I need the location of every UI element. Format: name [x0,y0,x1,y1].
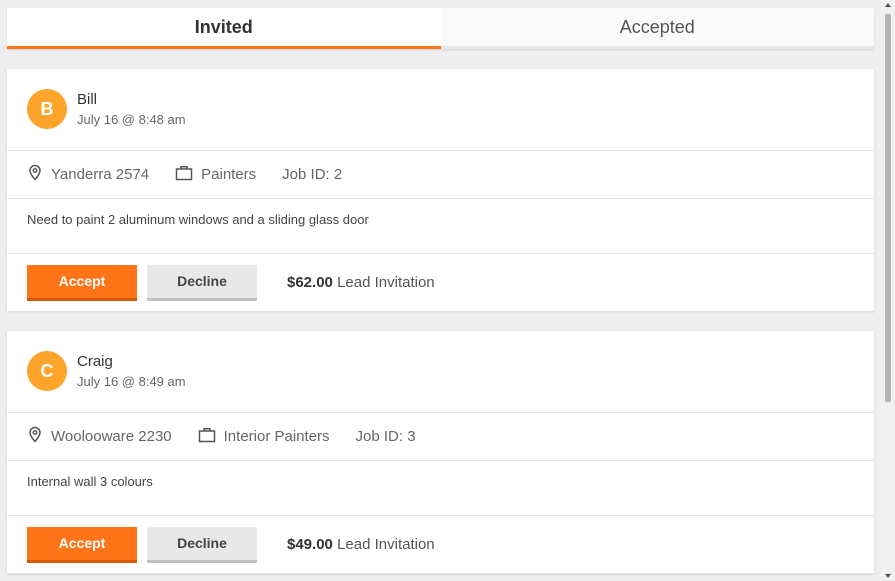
job-id: Job ID: 3 [355,428,416,445]
job-id: Job ID: 2 [282,166,343,183]
scrollbar-thumb[interactable] [885,14,891,402]
lead-location: Woolooware 2230 [27,426,172,448]
category-text: Interior Painters [223,428,330,445]
price-label: Lead Invitation [337,274,435,291]
decline-button[interactable]: Decline [147,526,257,563]
avatar: B [27,89,67,129]
scroll-up-arrow-icon[interactable] [885,3,891,7]
briefcase-icon [198,427,224,447]
customer-name: Craig [77,353,113,370]
map-pin-icon [27,164,51,186]
lead-price: $49.00 Lead Invitation [287,536,435,553]
category-text: Painters [201,166,257,183]
price-amount: $62.00 [287,274,333,291]
lead-tabs: Invited Accepted [7,8,874,49]
accept-button[interactable]: Accept [27,264,137,301]
lead-date: July 16 @ 8:49 am [77,374,186,389]
lead-list-view: Invited Accepted B Bill July 16 @ 8:48 a… [0,0,881,581]
tab-invited[interactable]: Invited [7,8,441,49]
lead-actions: Accept Decline $49.00 Lead Invitation [7,516,874,573]
customer-name: Bill [77,91,98,108]
lead-meta-row: Woolooware 2230 Interior Painters Job ID… [7,413,874,461]
lead-actions: Accept Decline $62.00 Lead Invitation [7,254,874,311]
lead-date: July 16 @ 8:48 am [77,112,186,127]
scroll-down-arrow-icon[interactable] [885,574,891,578]
lead-meta-row: Yanderra 2574 Painters Job ID: 2 [7,151,874,199]
lead-card: C Craig July 16 @ 8:49 am Woolooware 223… [7,331,874,573]
lead-price: $62.00 Lead Invitation [287,274,435,291]
tab-accepted[interactable]: Accepted [440,8,874,49]
lead-location: Yanderra 2574 [27,164,149,186]
map-pin-icon [27,426,51,448]
decline-button[interactable]: Decline [147,264,257,301]
location-text: Woolooware 2230 [51,428,172,445]
lead-description: Need to paint 2 aluminum windows and a s… [7,199,874,254]
avatar: C [27,351,67,391]
price-amount: $49.00 [287,536,333,553]
lead-category: Interior Painters [198,427,330,447]
lead-description: Internal wall 3 colours [7,461,874,516]
vertical-scrollbar[interactable] [881,0,895,581]
accept-button[interactable]: Accept [27,526,137,563]
lead-card-header: C Craig July 16 @ 8:49 am [7,331,874,413]
lead-category: Painters [175,165,256,185]
lead-card-header: B Bill July 16 @ 8:48 am [7,69,874,151]
briefcase-icon [175,165,201,185]
price-label: Lead Invitation [337,536,435,553]
lead-card: B Bill July 16 @ 8:48 am Yanderra 2574 P… [7,69,874,311]
location-text: Yanderra 2574 [51,166,150,183]
